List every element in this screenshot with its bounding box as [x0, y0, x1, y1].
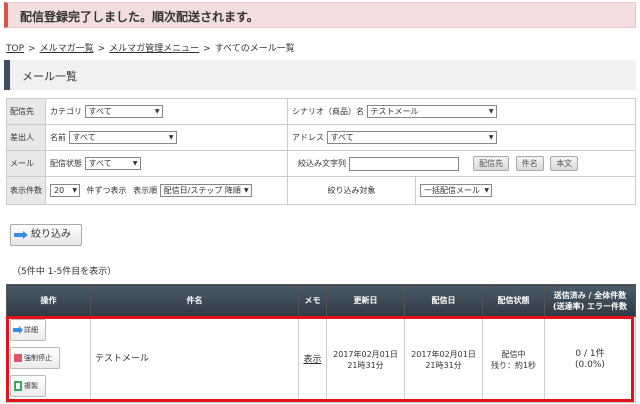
header-status: 配信状態	[482, 284, 545, 317]
filter-button-label: 絞り込み	[31, 229, 71, 240]
filter-label-display: 表示件数	[6, 176, 46, 205]
category-select[interactable]: すべて	[84, 105, 163, 118]
sent-cell: 2017年02月01日 21時31分	[404, 316, 483, 403]
scenario-select[interactable]: テストメール	[366, 105, 497, 118]
per-page-select[interactable]: 20	[50, 184, 80, 197]
detail-button[interactable]: 詳細	[10, 319, 46, 341]
table-row: 詳細 強制停止 複製 テストメール 表示 2017年02月01日 21時31分	[6, 316, 636, 403]
filter-button[interactable]: 絞り込み	[10, 224, 82, 246]
breadcrumb: TOP > メルマガ一覧 > メルマガ管理メニュー > すべてのメール一覧	[6, 44, 295, 54]
copy-button[interactable]: 複製	[10, 375, 46, 397]
address-select[interactable]: すべて	[326, 131, 497, 144]
arrow-right-icon	[13, 326, 23, 334]
status-label: 配信状態	[50, 159, 82, 168]
search-destination-button[interactable]: 配信先	[473, 156, 510, 171]
address-label: アドレス	[292, 133, 324, 142]
updated-cell: 2017年02月01日 21時31分	[326, 316, 405, 403]
result-count: （5件中 1-5件目を表示）	[12, 267, 117, 277]
sent-count-cell: 0 / 1件 (0.0%)	[544, 316, 636, 403]
breadcrumb-current: すべてのメール一覧	[214, 44, 295, 54]
header-operation: 操作	[6, 284, 91, 317]
filter-label-mail: メール	[6, 150, 46, 177]
filter-table: 配信先 カテゴリ すべて シナリオ（商品）名 テストメール 差出人 名前 すべて…	[6, 98, 636, 205]
alert-message: 配信登録完了しました。順次配送されます。	[20, 10, 259, 24]
page-title: メール一覧	[22, 70, 77, 83]
name-select[interactable]: すべて	[68, 131, 177, 144]
keyword-label: 絞込み文字列	[298, 159, 346, 168]
stop-icon	[14, 354, 22, 362]
target-select[interactable]: 一括配信メール	[420, 184, 492, 197]
mail-list-table: 操作 件名 メモ 更新日 配信日 配信状態 送信済み / 全体件数 (送達率) …	[6, 284, 636, 403]
filter-label-destination: 配信先	[6, 98, 46, 125]
force-stop-button[interactable]: 強制停止	[10, 347, 60, 369]
header-updated: 更新日	[326, 284, 405, 317]
target-label: 絞り込み対象	[287, 176, 416, 205]
subject-cell: テストメール	[90, 316, 299, 403]
header-subject: 件名	[90, 284, 299, 317]
name-label: 名前	[50, 133, 66, 142]
success-alert: 配信登録完了しました。順次配送されます。	[4, 2, 636, 28]
search-body-button[interactable]: 本文	[550, 156, 579, 171]
header-sent-count: 送信済み / 全体件数 (送達率) エラー件数	[544, 284, 636, 317]
scenario-label: シナリオ（商品）名	[292, 107, 364, 116]
breadcrumb-top[interactable]: TOP	[6, 44, 24, 54]
memo-show-link[interactable]: 表示	[303, 355, 321, 365]
section-title-bar: メール一覧	[4, 60, 636, 90]
breadcrumb-mailmag-menu[interactable]: メルマガ管理メニュー	[109, 44, 199, 54]
order-label: 表示順	[133, 186, 158, 195]
status-select[interactable]: すべて	[84, 157, 141, 170]
per-page-suffix: 件ずつ表示	[86, 186, 127, 195]
arrow-right-icon	[14, 231, 28, 239]
filter-label-sender: 差出人	[6, 124, 46, 151]
category-label: カテゴリ	[50, 107, 82, 116]
status-cell: 配信中 残り：約1秒	[482, 316, 545, 403]
search-subject-button[interactable]: 件名	[515, 156, 544, 171]
keyword-input[interactable]	[348, 156, 459, 171]
breadcrumb-mailmag-list[interactable]: メルマガ一覧	[40, 44, 94, 54]
operation-cell: 詳細 強制停止 複製	[6, 316, 91, 403]
header-memo: メモ	[298, 284, 327, 317]
header-sent: 配信日	[404, 284, 483, 317]
copy-icon	[14, 381, 22, 391]
order-select[interactable]: 配信日/ステップ 降順	[159, 184, 252, 197]
table-header-row: 操作 件名 メモ 更新日 配信日 配信状態 送信済み / 全体件数 (送達率) …	[6, 284, 636, 317]
